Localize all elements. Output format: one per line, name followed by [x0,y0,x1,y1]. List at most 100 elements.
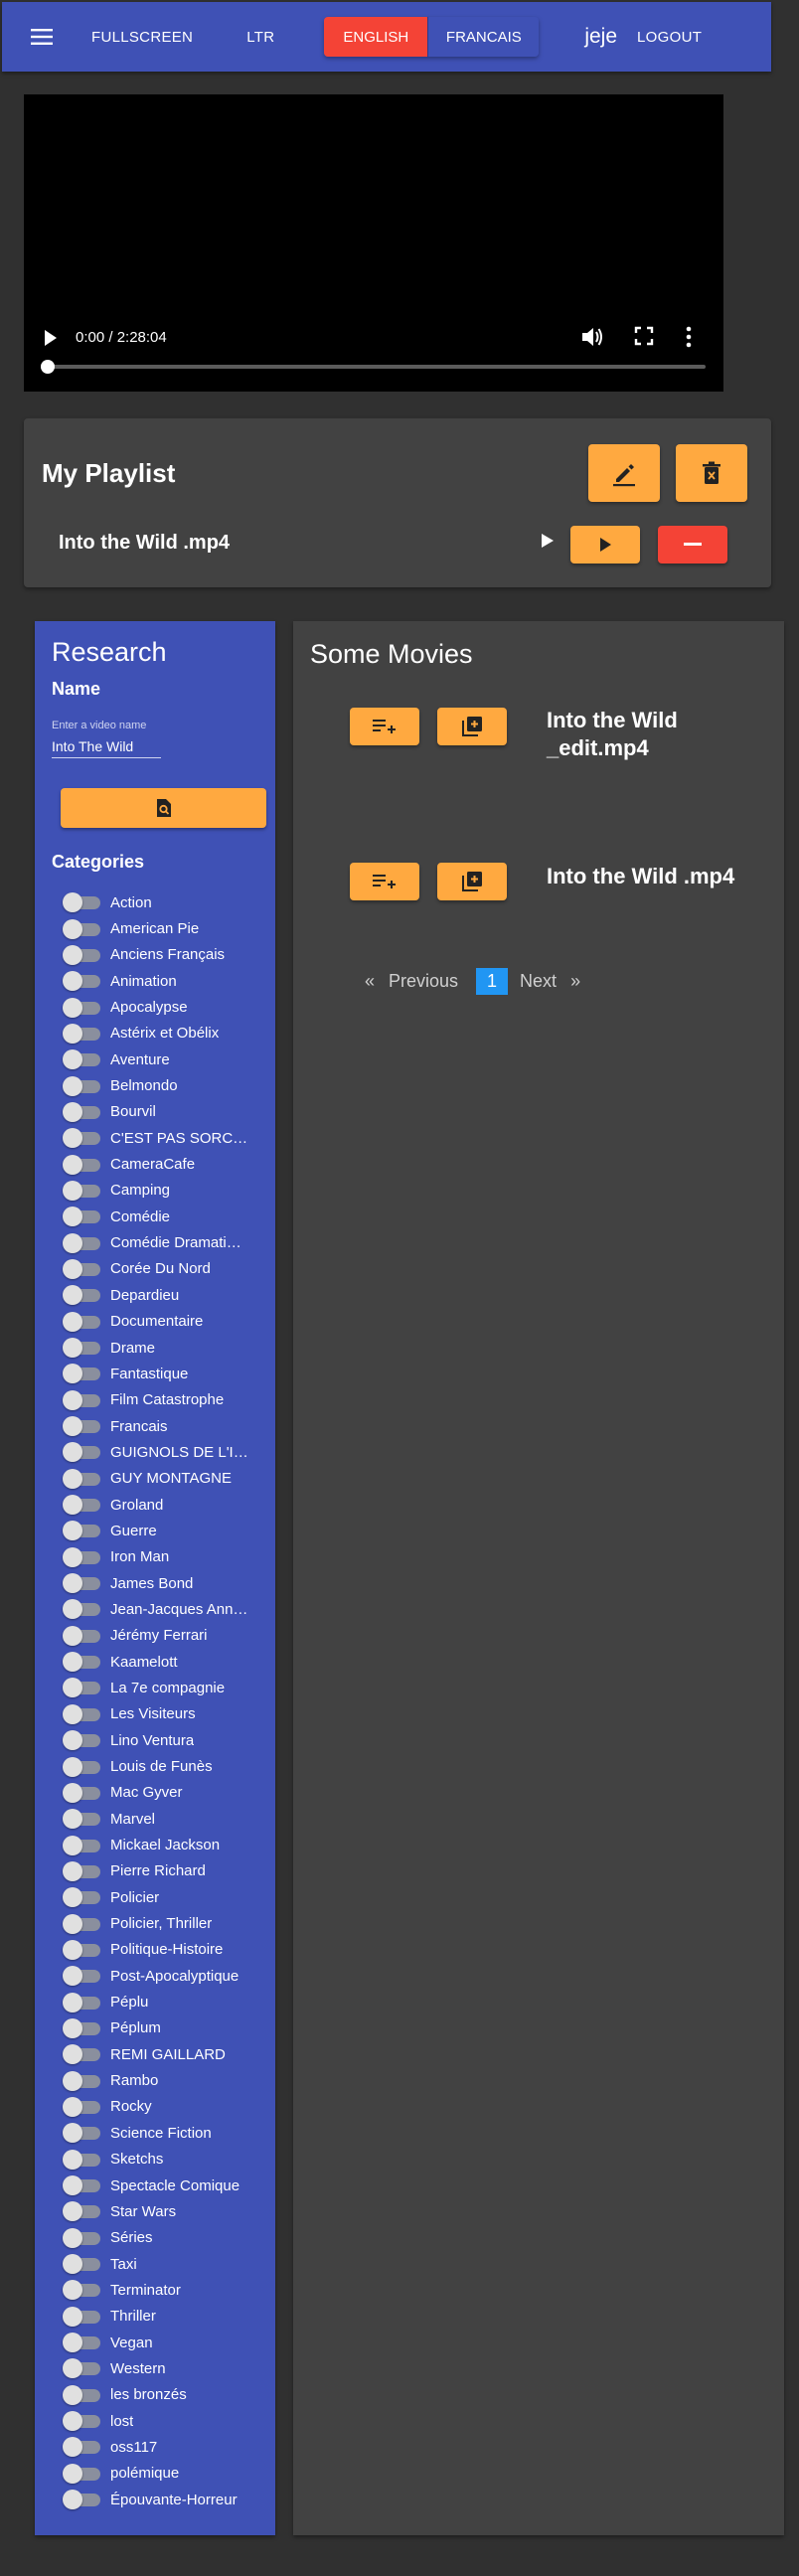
category-toggle[interactable] [63,971,100,992]
delete-playlist-button[interactable] [676,444,747,502]
add-to-library-button[interactable] [437,863,507,900]
category-toggle[interactable] [63,2149,100,2170]
category-item[interactable]: Star Wars [63,2198,271,2224]
category-item[interactable]: Iron Man [63,1544,271,1570]
category-item[interactable]: Vegan [63,2330,271,2355]
category-item[interactable]: Francais [63,1413,271,1439]
category-item[interactable]: Séries [63,2225,271,2251]
page-current[interactable]: 1 [476,968,509,995]
category-toggle[interactable] [63,1495,100,1516]
direction-button[interactable]: LTR [235,21,286,54]
category-item[interactable]: GUY MONTAGNE [63,1466,271,1492]
category-item[interactable]: Mickael Jackson [63,1832,271,1857]
category-item[interactable]: Marvel [63,1806,271,1832]
category-toggle[interactable] [63,1207,100,1227]
category-item[interactable]: Post-Apocalyptique [63,1963,271,1989]
category-item[interactable]: Les Visiteurs [63,1701,271,1727]
category-toggle[interactable] [63,1416,100,1437]
category-item[interactable]: Drame [63,1335,271,1361]
category-toggle[interactable] [63,1023,100,1044]
category-toggle[interactable] [63,2306,100,2327]
category-item[interactable]: Taxi [63,2251,271,2277]
category-toggle[interactable] [63,1075,100,1096]
video-name-input[interactable] [52,734,161,758]
movie-name[interactable]: Into the Wild _edit.mp4 [547,707,765,762]
category-toggle[interactable] [63,1678,100,1698]
category-item[interactable]: Action [63,889,271,915]
category-toggle[interactable] [63,1782,100,1803]
category-item[interactable]: American Pie [63,915,271,941]
category-item[interactable]: Apocalypse [63,994,271,1020]
english-button[interactable]: ENGLISH [324,17,428,57]
francais-button[interactable]: FRANCAIS [427,17,540,57]
category-item[interactable]: Belmondo [63,1072,271,1098]
category-item[interactable]: C'EST PAS SORCIER [63,1125,271,1151]
category-toggle[interactable] [63,1835,100,1855]
next-arrow[interactable]: » [570,971,580,992]
category-toggle[interactable] [63,1285,100,1306]
category-item[interactable]: Animation [63,968,271,994]
category-item[interactable]: Comédie [63,1204,271,1229]
category-toggle[interactable] [63,1049,100,1070]
category-toggle[interactable] [63,2280,100,2301]
category-toggle[interactable] [63,918,100,939]
category-item[interactable]: Bourvil [63,1099,271,1125]
category-item[interactable]: Anciens Français [63,942,271,968]
category-item[interactable]: Jean-Jacques Annaud [63,1596,271,1622]
category-item[interactable]: Groland [63,1492,271,1518]
category-toggle[interactable] [63,1311,100,1332]
category-item[interactable]: Louis de Funès [63,1753,271,1779]
category-toggle[interactable] [63,1573,100,1594]
category-toggle[interactable] [63,2201,100,2222]
category-item[interactable]: oss117 [63,2434,271,2460]
category-toggle[interactable] [63,2411,100,2432]
category-toggle[interactable] [63,1599,100,1620]
category-toggle[interactable] [63,1703,100,1724]
more-options-icon[interactable] [686,326,692,353]
category-toggle[interactable] [63,892,100,913]
category-item[interactable]: Guerre [63,1518,271,1543]
category-toggle[interactable] [63,1939,100,1960]
category-toggle[interactable] [63,1809,100,1830]
category-toggle[interactable] [63,2384,100,2405]
category-toggle[interactable] [63,2463,100,2484]
category-toggle[interactable] [63,1154,100,1175]
logout-button[interactable]: LOGOUT [625,21,714,54]
category-toggle[interactable] [63,2437,100,2458]
category-toggle[interactable] [63,2227,100,2248]
video-progress-handle[interactable] [41,360,55,374]
category-toggle[interactable] [63,1232,100,1253]
category-toggle[interactable] [63,1101,100,1122]
category-toggle[interactable] [63,1992,100,2012]
category-toggle[interactable] [63,1730,100,1751]
edit-playlist-button[interactable] [588,444,660,502]
category-item[interactable]: Comédie Dramatique [63,1229,271,1255]
category-item[interactable]: Rambo [63,2067,271,2093]
video-progress-track[interactable] [46,365,706,369]
category-item[interactable]: Policier, Thriller [63,1910,271,1936]
category-item[interactable]: Terminator [63,2277,271,2303]
category-toggle[interactable] [63,944,100,965]
category-toggle[interactable] [63,1468,100,1489]
category-toggle[interactable] [63,1389,100,1410]
category-toggle[interactable] [63,2490,100,2510]
fullscreen-icon[interactable] [634,326,654,351]
category-toggle[interactable] [63,2123,100,2144]
category-toggle[interactable] [63,1521,100,1541]
category-toggle[interactable] [63,997,100,1018]
category-item[interactable]: Politique-Histoire [63,1937,271,1963]
category-toggle[interactable] [63,1652,100,1673]
category-toggle[interactable] [63,1887,100,1908]
next-button[interactable]: Next [520,971,557,992]
category-item[interactable]: Film Catastrophe [63,1387,271,1413]
menu-icon[interactable] [22,17,62,57]
category-toggle[interactable] [63,1442,100,1463]
category-toggle[interactable] [63,1625,100,1646]
category-toggle[interactable] [63,1364,100,1384]
volume-icon[interactable] [580,326,604,353]
category-toggle[interactable] [63,2333,100,2353]
category-item[interactable]: Science Fiction [63,2120,271,2146]
category-toggle[interactable] [63,1180,100,1201]
category-toggle[interactable] [63,1338,100,1359]
category-toggle[interactable] [63,1913,100,1934]
